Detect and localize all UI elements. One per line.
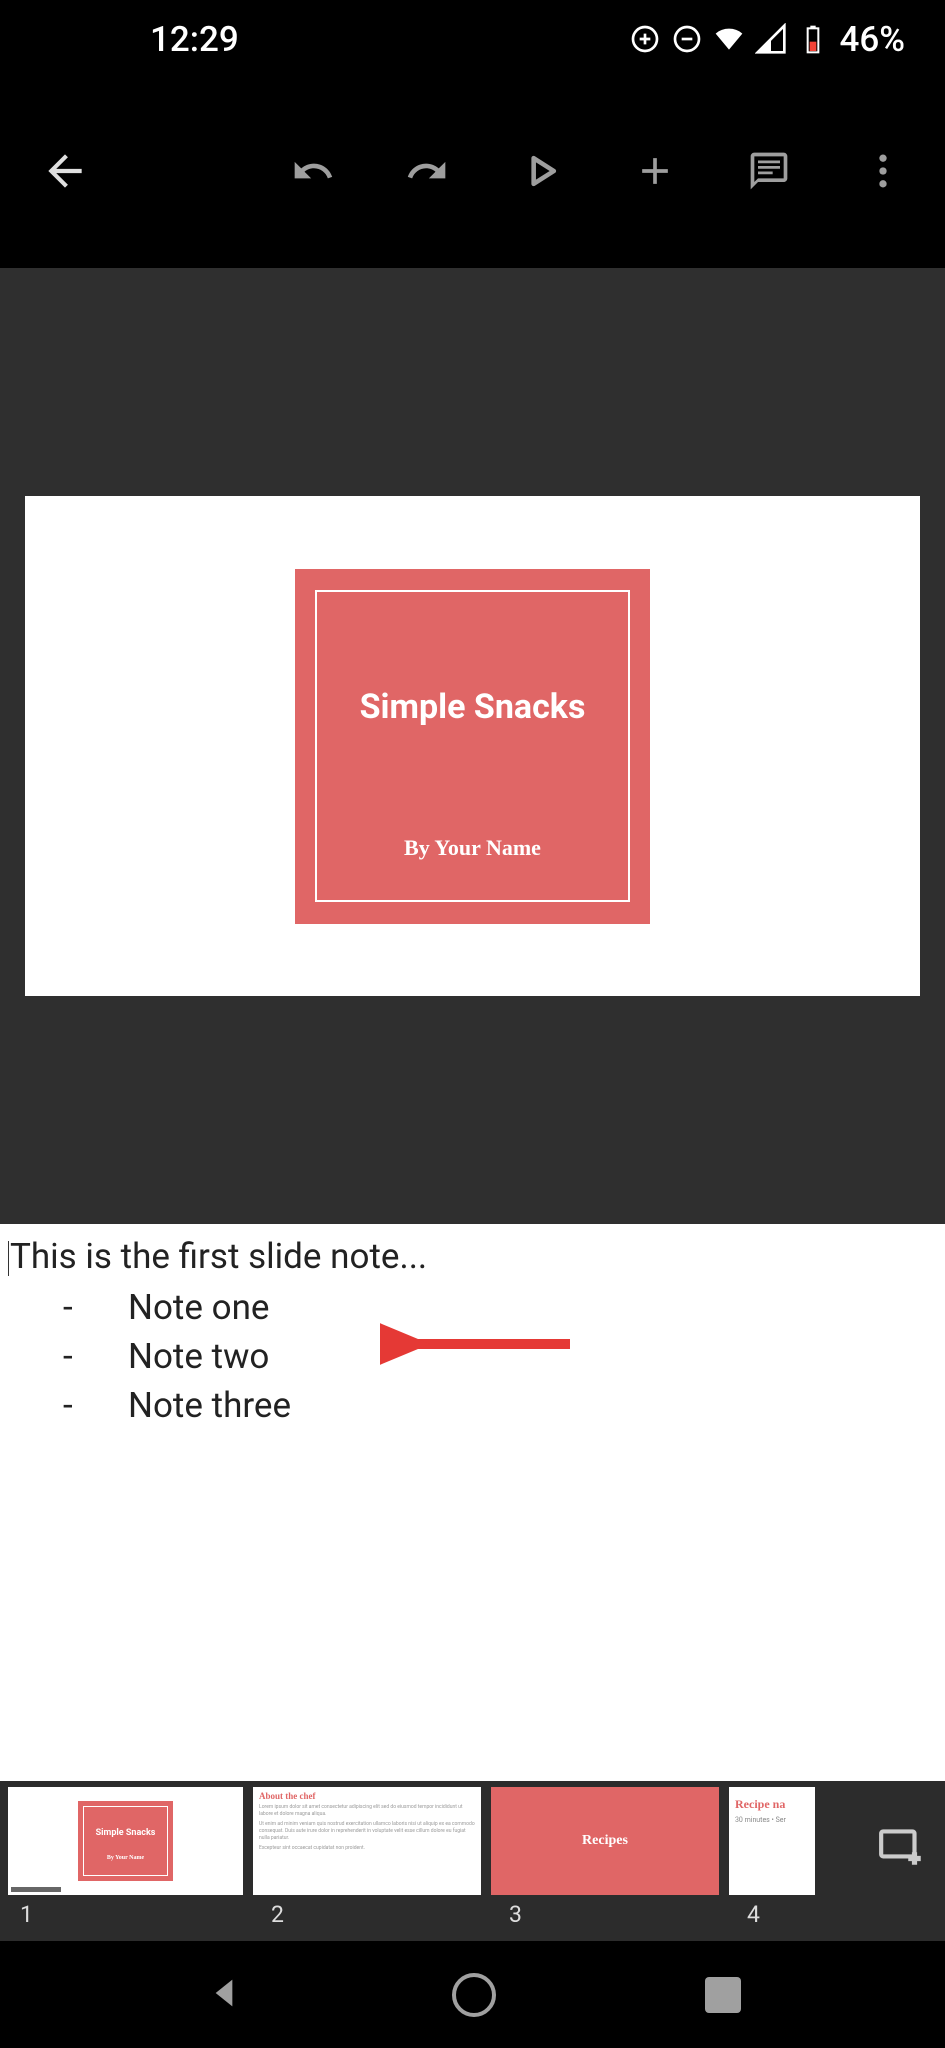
nav-back-icon [204,1973,244,2013]
annotation-arrow-icon [380,1309,580,1379]
status-bar: 12:29 46% [0,0,945,78]
redo-button[interactable] [405,149,449,197]
wifi-icon [713,23,745,55]
add-slide-icon [877,1821,927,1871]
nav-back-button[interactable] [204,1973,244,2017]
app-toolbar [0,78,945,268]
slide-canvas[interactable]: Simple Snacks By Your Name [0,268,945,1224]
status-time: 12:29 [40,19,239,60]
thumb-number: 4 [729,1901,760,1928]
nav-home-button[interactable] [452,1973,496,2017]
title-inner-border: Simple Snacks By Your Name [315,590,630,902]
thumbnail-4[interactable]: Recipe na 30 minutes • Ser [729,1787,815,1895]
title-box: Simple Snacks By Your Name [295,569,650,924]
thumbnail-2[interactable]: About the chef Lorem ipsum dolor sit ame… [253,1787,481,1895]
current-slide[interactable]: Simple Snacks By Your Name [25,496,920,996]
redo-icon [405,149,449,193]
slide-author: By Your Name [404,835,541,861]
undo-icon [291,149,335,193]
nav-recent-button[interactable] [705,1977,741,2013]
thumb-slot-3[interactable]: Recipes 3 [491,1787,719,1928]
comments-button[interactable] [747,149,791,197]
status-indicators: 46% [629,19,905,60]
battery-icon [797,23,829,55]
more-menu-button[interactable] [861,149,905,197]
undo-button[interactable] [291,149,335,197]
thumbnail-1[interactable]: Simple Snacks By Your Name [8,1787,243,1895]
play-icon [519,149,563,193]
thumb-number: 3 [491,1901,522,1928]
back-button[interactable] [40,146,90,200]
thumb-number: 1 [0,1901,33,1928]
do-not-disturb-icon [671,23,703,55]
system-nav-bar [0,1941,945,2048]
more-vert-icon [861,149,905,193]
comment-icon [747,149,791,193]
thumb-slot-1[interactable]: Simple Snacks By Your Name 1 [0,1787,243,1928]
thumb-slot-4[interactable]: Recipe na 30 minutes • Ser 4 [729,1787,815,1928]
plus-icon [633,149,677,193]
back-arrow-icon [40,146,90,196]
new-slide-button[interactable] [633,149,677,197]
note-item[interactable]: Note three [48,1385,937,1426]
battery-percent: 46% [839,19,905,60]
thumb-slot-2[interactable]: About the chef Lorem ipsum dolor sit ame… [253,1787,481,1928]
thumbnail-3[interactable]: Recipes [491,1787,719,1895]
slide-thumbnails[interactable]: Simple Snacks By Your Name 1 About the c… [0,1781,945,1941]
present-button[interactable] [519,149,563,197]
signal-icon [755,23,787,55]
add-slide-button[interactable] [877,1821,927,1875]
slide-title: Simple Snacks [360,687,586,727]
thumb-number: 2 [253,1901,284,1928]
notes-header-line[interactable]: This is the first slide note... [8,1236,937,1277]
data-saver-on-icon [629,23,661,55]
notes-indicator-icon [11,1887,61,1892]
speaker-notes-panel[interactable]: This is the first slide note... Note one… [0,1224,945,1781]
